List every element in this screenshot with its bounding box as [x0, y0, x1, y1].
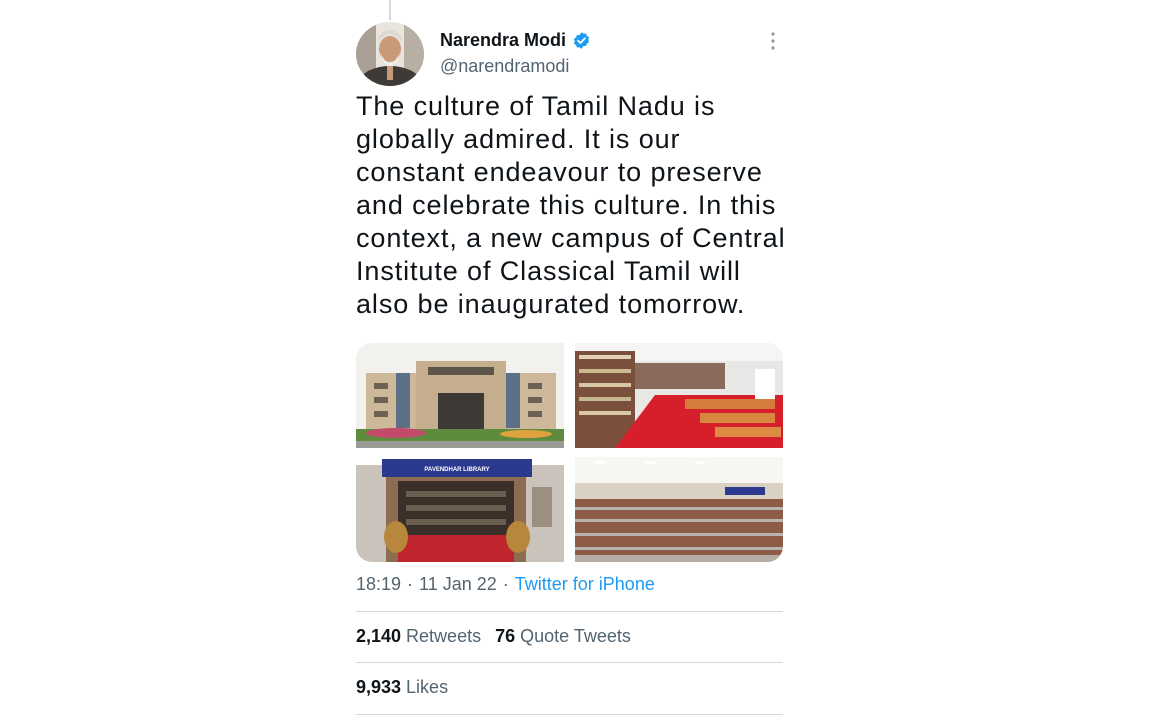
- tweet-text: The culture of Tamil Nadu is globally ad…: [356, 91, 786, 319]
- verified-badge-icon: [572, 31, 591, 50]
- thread-connector-line: [389, 0, 391, 20]
- media-image-reading-hall[interactable]: [575, 343, 783, 448]
- library-sign-text: PAVENDHAR LIBRARY: [424, 467, 490, 473]
- author-name[interactable]: Narendra Modi: [440, 30, 566, 51]
- likes-label: Likes: [406, 677, 449, 697]
- likes-count: 9,933: [356, 677, 402, 697]
- media-image-library-entrance[interactable]: PAVENDHAR LIBRARY: [356, 457, 564, 562]
- quote-tweets-stat[interactable]: 76 Quote Tweets: [495, 626, 631, 647]
- retweets-count: 2,140: [356, 626, 402, 646]
- media-image-building[interactable]: [356, 343, 564, 448]
- media-grid[interactable]: PAVENDHAR LIBRARY: [356, 343, 783, 562]
- tweet-date[interactable]: 11 Jan 22: [419, 574, 497, 595]
- meta-separator: ·: [502, 574, 509, 594]
- divider: [356, 611, 783, 612]
- retweets-label: Retweets: [406, 626, 482, 646]
- retweets-stat[interactable]: 2,140 Retweets: [356, 626, 481, 647]
- quote-tweets-label: Quote Tweets: [520, 626, 631, 646]
- avatar[interactable]: [356, 22, 424, 86]
- engagement-row: 2,140 Retweets 76 Quote Tweets: [356, 626, 631, 647]
- tweet-meta: 18:19 · 11 Jan 22 · Twitter for iPhone: [356, 574, 655, 595]
- likes-row: 9,933 Likes: [356, 677, 448, 698]
- author-handle[interactable]: @narendramodi: [440, 56, 569, 77]
- likes-stat[interactable]: 9,933 Likes: [356, 677, 448, 698]
- more-options-icon[interactable]: [762, 30, 784, 52]
- quote-tweets-count: 76: [495, 626, 516, 646]
- meta-separator: ·: [407, 574, 414, 594]
- divider: [356, 714, 783, 715]
- tweet-time[interactable]: 18:19: [356, 574, 401, 595]
- divider: [356, 662, 783, 663]
- media-image-lecture-hall[interactable]: [575, 457, 783, 562]
- tweet-source-link[interactable]: Twitter for iPhone: [515, 574, 655, 595]
